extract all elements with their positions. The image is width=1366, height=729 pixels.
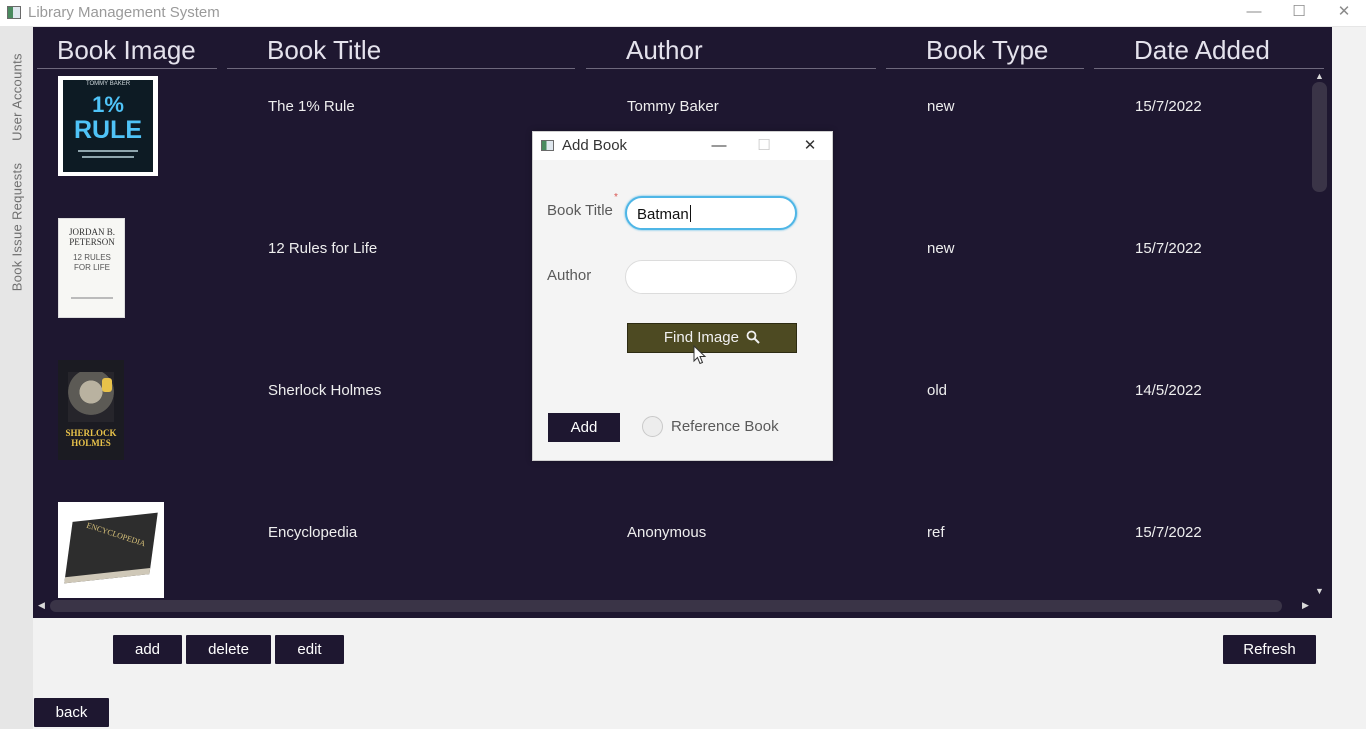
book-cover-image: ENCYCLOPEDIA (58, 502, 164, 598)
scroll-down-icon[interactable]: ▼ (1315, 587, 1324, 596)
edit-button[interactable]: edit (275, 635, 344, 664)
mouse-pointer-icon (693, 345, 707, 365)
cover-text: 1% (92, 92, 124, 117)
cover-text: 12 RULES FOR LIFE (73, 253, 111, 272)
author-label: Author (547, 267, 592, 284)
book-title-cell[interactable]: 12 Rules for Life (268, 240, 377, 257)
date-added-cell[interactable]: 15/7/2022 (1135, 524, 1202, 541)
header-divider (586, 68, 876, 69)
tab-user-accounts-label: User Accounts (9, 53, 24, 141)
app-icon (7, 6, 21, 19)
dialog-title: Add Book (562, 137, 628, 154)
magnifier-icon (746, 330, 760, 344)
column-header-date-added[interactable]: Date Added (1134, 35, 1270, 66)
header-divider (227, 68, 575, 69)
add-button[interactable]: add (113, 635, 182, 664)
book-title-cell[interactable]: Sherlock Holmes (268, 382, 381, 399)
cover-text: SHERLOCK HOLMES (65, 428, 117, 448)
scroll-right-icon[interactable]: ▶ (1302, 601, 1309, 610)
scroll-up-icon[interactable]: ▲ (1315, 72, 1324, 81)
tab-book-issue-requests[interactable]: Book Issue Requests (0, 157, 33, 297)
book-cover-image: JORDAN B. PETERSON 12 RULES FOR LIFE (58, 218, 125, 318)
cover-text: RULE (73, 116, 143, 144)
header-divider (886, 68, 1084, 69)
book-title-label: Book Title (547, 202, 613, 219)
dialog-close-button[interactable]: ✕ (795, 135, 825, 157)
book-type-cell[interactable]: ref (927, 524, 945, 541)
book-type-cell[interactable]: new (927, 98, 955, 115)
dialog-titlebar: Add Book — ☐ ✕ (533, 132, 832, 160)
book-type-cell[interactable]: new (927, 240, 955, 257)
cover-text: JORDAN B. PETERSON (68, 227, 115, 247)
dialog-app-icon (541, 140, 554, 151)
reference-book-label[interactable]: Reference Book (671, 418, 779, 435)
column-header-book-image[interactable]: Book Image (57, 35, 196, 66)
text-caret (689, 205, 691, 222)
window-titlebar: Library Management System — ☐ ✕ (0, 0, 1366, 27)
dialog-maximize-button: ☐ (757, 137, 771, 154)
maximize-window-button[interactable]: ☐ (1279, 2, 1319, 24)
dialog-add-button[interactable]: Add (548, 413, 620, 442)
scroll-left-icon[interactable]: ◀ (38, 601, 45, 610)
tab-user-accounts[interactable]: User Accounts (0, 45, 33, 149)
find-image-label: Find Image (663, 329, 739, 346)
header-divider (37, 68, 217, 69)
refresh-button[interactable]: Refresh (1223, 635, 1316, 664)
author-cell[interactable]: Tommy Baker (627, 98, 719, 115)
date-added-cell[interactable]: 14/5/2022 (1135, 382, 1202, 399)
date-added-cell[interactable]: 15/7/2022 (1135, 240, 1202, 257)
window-title: Library Management System (28, 4, 220, 21)
back-button[interactable]: back (34, 698, 109, 727)
cover-text: TOMMY BAKER (85, 81, 131, 87)
vertical-scrollbar-thumb[interactable] (1312, 82, 1327, 192)
book-title-input-value: Batman (637, 206, 689, 223)
book-title-input[interactable]: Batman (625, 196, 797, 230)
header-divider (1094, 68, 1324, 69)
author-cell[interactable]: Anonymous (627, 524, 706, 541)
column-header-author[interactable]: Author (626, 35, 703, 66)
book-type-cell[interactable]: old (927, 382, 947, 399)
column-header-book-title[interactable]: Book Title (267, 35, 381, 66)
book-title-cell[interactable]: Encyclopedia (268, 524, 357, 541)
book-title-cell[interactable]: The 1% Rule (268, 98, 355, 115)
required-marker: * (614, 192, 618, 203)
delete-button[interactable]: delete (186, 635, 271, 664)
sidebar: User Accounts Book Issue Requests (0, 27, 33, 729)
book-cover-image: TOMMY BAKER 1% RULE (58, 76, 158, 176)
add-book-dialog: Add Book — ☐ ✕ Book Title * Batman Autho… (532, 131, 833, 461)
close-window-button[interactable]: ✕ (1324, 2, 1364, 24)
reference-book-radio[interactable] (642, 416, 663, 437)
find-image-button[interactable]: Find Image (627, 323, 797, 353)
minimize-window-button[interactable]: — (1234, 2, 1274, 24)
date-added-cell[interactable]: 15/7/2022 (1135, 98, 1202, 115)
tab-book-issue-requests-label: Book Issue Requests (9, 162, 24, 292)
book-cover-image: SHERLOCK HOLMES (58, 360, 124, 460)
author-input[interactable] (625, 260, 797, 294)
column-header-book-type[interactable]: Book Type (926, 35, 1048, 66)
horizontal-scrollbar-thumb[interactable] (50, 600, 1282, 612)
dialog-minimize-button[interactable]: — (704, 135, 734, 157)
